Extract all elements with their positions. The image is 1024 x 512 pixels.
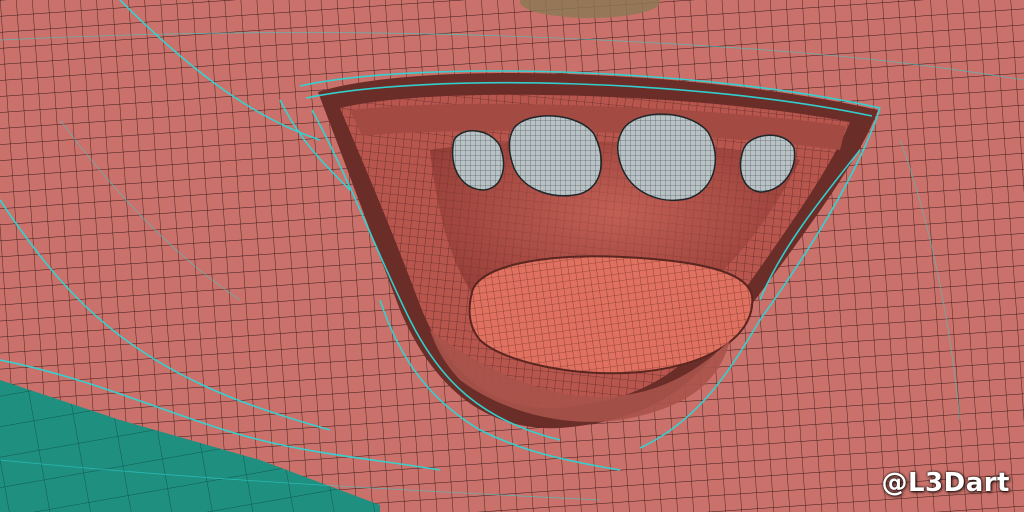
watermark-text: @L3Dart bbox=[881, 468, 1010, 498]
render-viewport: @L3Dart bbox=[0, 0, 1024, 512]
mesh-render bbox=[0, 0, 1024, 512]
